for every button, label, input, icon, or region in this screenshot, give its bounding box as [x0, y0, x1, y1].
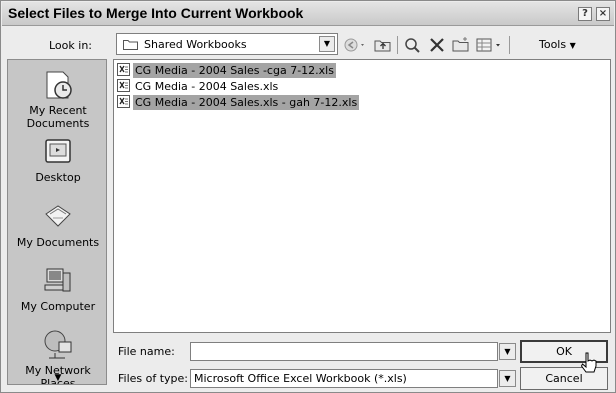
search-web-icon[interactable]: [403, 36, 423, 54]
place-label: Desktop: [35, 171, 81, 184]
excel-file-icon: [117, 95, 130, 108]
dialog-title: Select Files to Merge Into Current Workb…: [8, 5, 304, 21]
my-documents-icon: [45, 205, 71, 227]
look-in-label: Look in:: [49, 39, 92, 52]
look-in-dropdown[interactable]: Shared Workbooks ▼: [116, 33, 338, 55]
chevron-down-icon[interactable]: ▼: [499, 370, 516, 387]
tools-menu-label: Tools: [539, 38, 567, 51]
chevron-down-icon[interactable]: ▼: [319, 36, 335, 52]
title-bar: Select Files to Merge Into Current Workb…: [2, 2, 614, 26]
file-name: CG Media - 2004 Sales.xls - gah 7-12.xls: [133, 95, 360, 110]
back-icon[interactable]: [343, 36, 369, 54]
file-name: CG Media - 2004 Sales.xls: [135, 80, 279, 93]
mouse-pointer-icon: [581, 352, 597, 373]
help-button[interactable]: ?: [578, 7, 592, 21]
place-label: My Computer: [20, 300, 96, 313]
file-type-label: Files of type:: [118, 372, 189, 385]
folder-icon: [123, 40, 138, 50]
place-desktop[interactable]: Desktop: [8, 135, 106, 184]
chevron-down-icon: ▼: [569, 41, 576, 50]
look-in-value: Shared Workbooks: [144, 38, 247, 51]
close-button[interactable]: ×: [596, 7, 610, 21]
place-my-recent-documents[interactable]: My Recent Documents: [8, 68, 106, 130]
my-computer-icon: [44, 268, 71, 292]
tools-menu[interactable]: Tools ▼: [539, 38, 576, 51]
file-list[interactable]: CG Media - 2004 Sales -cga 7-12.xls CG M…: [113, 59, 611, 333]
up-folder-icon[interactable]: [373, 36, 393, 54]
chevron-down-icon[interactable]: ▼: [52, 374, 64, 383]
chevron-down-icon[interactable]: ▼: [499, 343, 516, 360]
excel-file-icon: [117, 63, 130, 76]
place-my-computer[interactable]: My Computer: [8, 264, 106, 313]
select-files-dialog: Select Files to Merge Into Current Workb…: [0, 0, 616, 393]
recent-documents-icon: [46, 71, 72, 99]
file-name: CG Media - 2004 Sales -cga 7-12.xls: [133, 63, 336, 78]
delete-icon[interactable]: [427, 36, 447, 54]
place-label: My Documents: [16, 236, 100, 249]
my-network-icon: [44, 330, 72, 359]
file-name-input[interactable]: [190, 342, 498, 361]
file-type-dropdown[interactable]: Microsoft Office Excel Workbook (*.xls): [190, 369, 498, 388]
file-name-label: File name:: [118, 345, 175, 358]
excel-file-icon: [117, 79, 130, 92]
views-icon[interactable]: [475, 36, 505, 54]
place-label: My Recent Documents: [26, 104, 90, 130]
places-bar: My Recent Documents Desktop My Documents: [7, 59, 107, 385]
new-folder-icon[interactable]: [451, 36, 471, 54]
place-my-documents[interactable]: My Documents: [8, 200, 106, 249]
desktop-icon: [45, 139, 71, 163]
file-type-value: Microsoft Office Excel Workbook (*.xls): [194, 372, 407, 385]
